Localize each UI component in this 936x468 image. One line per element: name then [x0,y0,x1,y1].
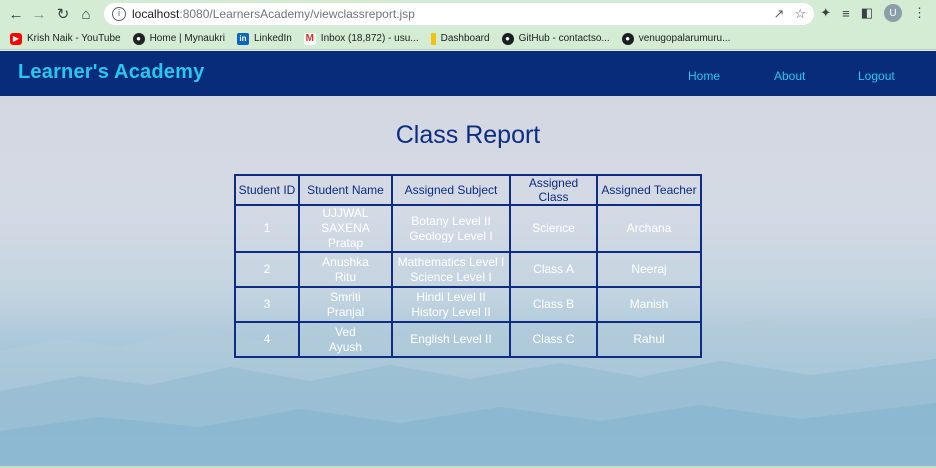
column-header: Assigned Class [509,174,598,206]
student-id-cell: 3 [234,286,300,323]
student-name: Smriti [330,289,361,304]
github-icon: ● [501,32,514,45]
subject-cell: Botany Level II Geology Level I [391,204,511,253]
subject-name: History Level II [411,304,491,319]
class-cell: Class A [509,251,598,288]
table-row: 4 Ved Ayush English Level II Class C Rahu… [234,321,702,358]
table-row: 3 Smriti Pranjal Hindi Level II History Le… [234,286,702,323]
column-header: Student ID [234,174,300,206]
url-path: :8080/LearnersAcademy/viewclassreport.js… [179,7,415,21]
subject-name: Geology Level I [409,228,493,243]
bookmark-linkedin[interactable]: in LinkedIn [236,32,292,45]
site-header: Learner's Academy Home About Logout [0,51,936,96]
menu-kebab-icon[interactable]: ⋮ [913,5,926,21]
forward-icon[interactable]: → [28,3,50,25]
bookmark-github-2[interactable]: ● venugopalarumuru... [621,32,731,45]
nav-logout-link[interactable]: Logout [858,69,895,83]
bookmark-mynaukri[interactable]: ● Home | Mynaukri [132,32,225,45]
address-bar[interactable]: i localhost:8080/LearnersAcademy/viewcla… [104,3,814,25]
teacher-cell: Manish [596,286,702,323]
student-id-cell: 2 [234,251,300,288]
bookmark-dashboard[interactable]: Dashboard [430,32,490,45]
nav-about-link[interactable]: About [774,69,805,83]
student-name: Ayush [328,339,363,354]
linkedin-icon: in [236,32,249,45]
browser-toolbar: ← → ↻ ⌂ i localhost:8080/LearnersAcademy… [0,0,936,28]
bookmark-github-1[interactable]: ● GitHub - contactso... [501,32,610,45]
profile-avatar[interactable]: U [884,4,902,22]
site-brand[interactable]: Learner's Academy [18,61,204,84]
student-name-cell: Smriti Pranjal [298,286,393,323]
column-header: Assigned Teacher [596,174,702,206]
home-icon[interactable]: ⌂ [75,3,97,25]
bookmark-star-icon[interactable]: ☆ [794,6,806,22]
class-report-table: Student ID Student Name Assigned Subject… [234,174,702,358]
subject-name: Science Level I [410,269,492,284]
teacher-cell: Archana [596,204,702,253]
page-title: Class Report [395,121,541,149]
teacher-cell: Neeraj [596,251,702,288]
student-name: Pratap [327,236,364,250]
subject-name: English Level II [410,332,492,346]
student-name-cell: Ved Ayush [298,321,393,358]
student-name: UJJWAL SAXENA [321,206,370,235]
bookmark-label: LinkedIn [253,33,292,44]
subject-cell: Mathematics Level I Science Level I [391,251,511,288]
side-panel-icon[interactable]: ◧ [861,5,873,21]
bookmark-youtube[interactable]: ▶ Krish Naik - YouTube [10,32,121,45]
site-info-icon[interactable]: i [112,7,126,21]
share-icon[interactable]: ↗ [773,6,784,22]
student-name-cell: UJJWAL SAXENA Pratap [298,204,393,253]
back-icon[interactable]: ← [5,3,27,25]
table-header-row: Student ID Student Name Assigned Subject… [234,174,702,206]
bookmark-label: Dashboard [440,33,490,44]
subject-name: Mathematics Level I [397,254,505,269]
extensions-icon[interactable]: ✦ [820,5,831,21]
bookmark-label: GitHub - contactso... [518,33,610,44]
subject-cell: English Level II [391,321,511,358]
student-name: Pranjal [326,304,365,319]
page-content: Learner's Academy Home About Logout Clas… [0,51,936,468]
column-header: Assigned Subject [391,174,511,206]
youtube-icon: ▶ [10,32,22,45]
student-name-cell: Anushka Ritu [298,251,393,288]
github-icon: ● [621,32,634,45]
student-id-cell: 4 [234,321,300,358]
url-host: localhost [132,7,180,21]
subject-cell: Hindi Level II History Level II [391,286,511,323]
subject-name: Botany Level II [411,213,491,228]
reading-list-icon[interactable]: ≡ [842,6,850,21]
dashboard-icon [430,32,436,45]
bookmark-gmail[interactable]: M Inbox (18,872) - usu... [303,32,419,45]
table-row: 2 Anushka Ritu Mathematics Level I Science… [234,251,702,288]
student-name: Ved [335,324,356,339]
class-cell: Class B [509,286,598,323]
class-cell: Science [509,204,598,253]
student-id-cell: 1 [234,204,300,253]
student-name: Ritu [334,269,357,284]
bookmark-label: Krish Naik - YouTube [27,33,121,44]
subject-name: Hindi Level II [416,289,486,304]
reload-icon[interactable]: ↻ [52,3,74,25]
class-cell: Class C [509,321,598,358]
column-header: Student Name [298,174,393,206]
student-name: Anushka [322,254,369,269]
bookmark-label: Inbox (18,872) - usu... [320,33,419,44]
teacher-cell: Rahul [596,321,702,358]
nav-home-link[interactable]: Home [688,69,720,83]
globe-icon: ● [132,32,145,45]
bookmark-label: venugopalarumuru... [638,33,731,44]
bookmarks-bar: ▶ Krish Naik - YouTube ● Home | Mynaukri i… [0,28,936,50]
gmail-icon: M [303,32,316,45]
table-row: 1 UJJWAL SAXENA Pratap Botany Level II Geo… [234,204,702,253]
bookmark-label: Home | Mynaukri [149,33,225,44]
